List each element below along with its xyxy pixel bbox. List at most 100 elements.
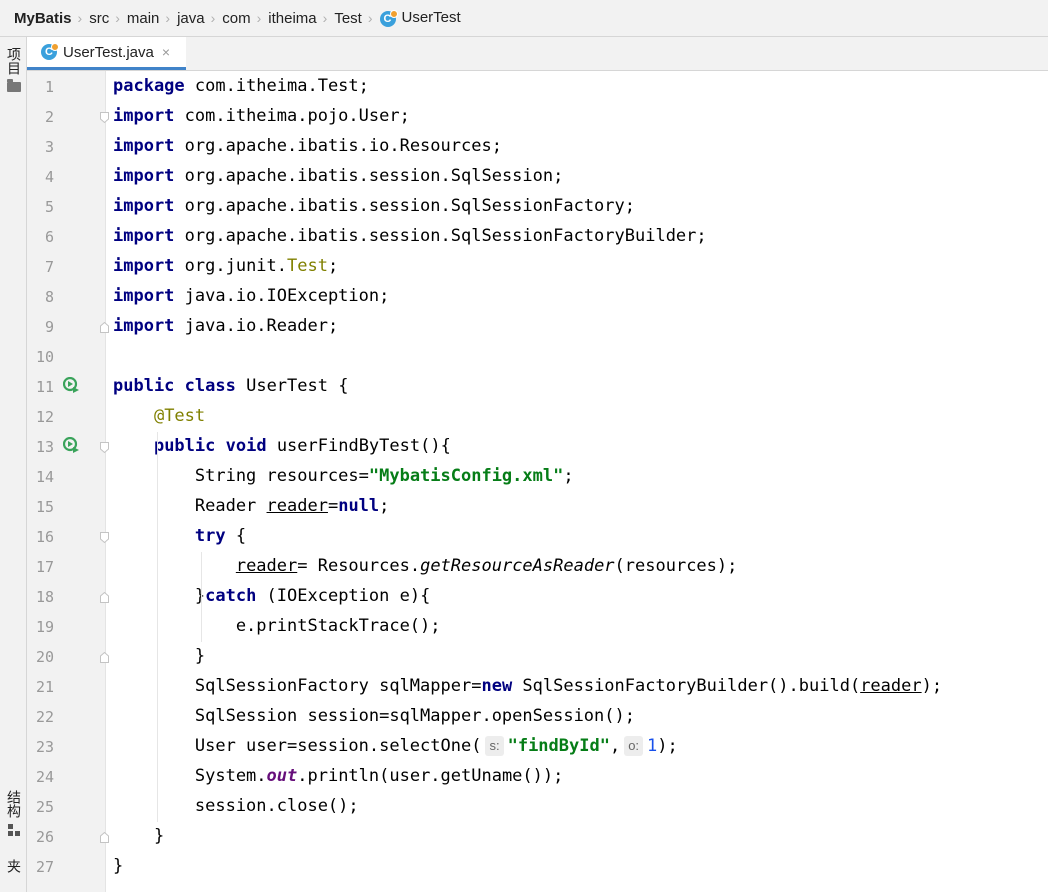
fold-start-icon[interactable]	[100, 442, 109, 453]
code-line[interactable]: String resources="MybatisConfig.xml";	[113, 461, 574, 491]
code-line[interactable]: import org.apache.ibatis.session.SqlSess…	[113, 191, 635, 221]
code-token: System.	[113, 766, 267, 786]
code-line[interactable]: public void userFindByTest(){	[113, 431, 451, 461]
line-number[interactable]: 20	[27, 642, 54, 672]
line-number[interactable]: 1	[27, 72, 54, 102]
breadcrumb-label: main	[126, 9, 160, 27]
line-number[interactable]: 27	[27, 852, 54, 882]
line-number[interactable]: 4	[27, 162, 54, 192]
code-line[interactable]: package com.itheima.Test;	[113, 71, 369, 101]
code-token: public	[153, 436, 216, 456]
code-line[interactable]: import java.io.IOException;	[113, 281, 389, 311]
code-line[interactable]: }catch (IOException e){	[113, 581, 430, 611]
code-line[interactable]: import org.junit.Test;	[113, 251, 338, 281]
line-number[interactable]: 19	[27, 612, 54, 642]
code-line[interactable]: User user=session.selectOne(s: "findById"…	[113, 731, 678, 761]
code-line[interactable]: import org.apache.ibatis.session.SqlSess…	[113, 161, 563, 191]
code-token: out	[266, 766, 298, 786]
code-token: org.apache.ibatis.session.SqlSessionFact…	[174, 196, 635, 216]
code-line[interactable]: import java.io.Reader;	[113, 311, 338, 341]
code-line[interactable]: import org.apache.ibatis.session.SqlSess…	[113, 221, 707, 251]
line-number[interactable]: 13	[27, 432, 54, 462]
breadcrumb-item[interactable]: main	[127, 10, 160, 27]
close-icon[interactable]: ×	[162, 44, 170, 60]
class-icon: C	[41, 43, 59, 60]
line-number[interactable]: 7	[27, 252, 54, 282]
code-line[interactable]: reader= Resources.getResourceAsReader(re…	[113, 551, 738, 581]
fold-end-icon[interactable]	[100, 652, 109, 663]
structure-icon[interactable]	[8, 824, 20, 836]
line-number[interactable]: 21	[27, 672, 54, 702]
code-line[interactable]: SqlSession session=sqlMapper.openSession…	[113, 701, 635, 731]
breadcrumb-label: java	[177, 9, 205, 27]
line-number[interactable]: 3	[27, 132, 54, 162]
breadcrumb-item[interactable]: MyBatis	[14, 10, 72, 27]
breadcrumb-item[interactable]: Test	[334, 10, 362, 27]
line-number[interactable]: 11	[27, 372, 54, 402]
parameter-hint: o:	[624, 736, 644, 756]
code-token: new	[481, 676, 513, 696]
code-token: ;	[327, 256, 339, 276]
line-number[interactable]: 12	[27, 402, 54, 432]
line-number[interactable]: 24	[27, 762, 54, 792]
line-number[interactable]: 9	[27, 312, 54, 342]
folder-icon[interactable]	[7, 79, 21, 92]
line-number[interactable]: 18	[27, 582, 54, 612]
breadcrumb-label: com	[222, 9, 251, 27]
line-number[interactable]: 22	[27, 702, 54, 732]
line-number[interactable]: 15	[27, 492, 54, 522]
code-token: );	[657, 736, 678, 756]
code-line[interactable]: e.printStackTrace();	[113, 611, 441, 641]
code-token: "findById"	[507, 736, 610, 756]
code-token: catch	[205, 586, 257, 606]
line-number[interactable]: 25	[27, 792, 54, 822]
line-number[interactable]: 10	[27, 342, 54, 372]
line-number[interactable]: 23	[27, 732, 54, 762]
code-line[interactable]: import org.apache.ibatis.io.Resources;	[113, 131, 502, 161]
line-number[interactable]: 17	[27, 552, 54, 582]
code-line[interactable]: import com.itheima.pojo.User;	[113, 101, 410, 131]
fold-end-icon[interactable]	[100, 832, 109, 843]
code-line[interactable]: @Test	[113, 401, 205, 431]
fold-start-icon[interactable]	[100, 112, 109, 123]
line-number[interactable]: 6	[27, 222, 54, 252]
code-token: com.itheima.pojo.User;	[174, 106, 410, 126]
line-number[interactable]: 26	[27, 822, 54, 852]
breadcrumb-item[interactable]: src	[89, 10, 109, 27]
line-number[interactable]: 16	[27, 522, 54, 552]
fold-end-icon[interactable]	[100, 322, 109, 333]
code-line[interactable]: System.out.println(user.getUname());	[113, 761, 563, 791]
code-line[interactable]: public class UserTest {	[113, 371, 348, 401]
line-number[interactable]: 14	[27, 462, 54, 492]
code-line[interactable]: }	[113, 641, 205, 671]
breadcrumb-item[interactable]: C UserTest	[379, 9, 461, 27]
run-test-icon[interactable]	[63, 437, 80, 454]
chevron-right-icon: ›	[322, 10, 328, 26]
breadcrumb-item[interactable]: com	[222, 10, 250, 27]
code-line[interactable]: }	[113, 821, 164, 851]
project-toolwindow-button[interactable]: 项目	[4, 47, 24, 75]
line-number[interactable]: 5	[27, 192, 54, 222]
code-token: com.itheima.Test;	[184, 76, 369, 96]
code-line[interactable]: try {	[113, 521, 246, 551]
line-number[interactable]: 8	[27, 282, 54, 312]
code-line[interactable]: session.close();	[113, 791, 359, 821]
code-token: }	[113, 856, 124, 876]
breadcrumb-item[interactable]: itheima	[268, 10, 316, 27]
breadcrumb-item[interactable]: java	[177, 10, 205, 27]
fold-start-icon[interactable]	[100, 532, 109, 543]
code-token: e.printStackTrace();	[113, 616, 441, 636]
line-number[interactable]: 2	[27, 102, 54, 132]
run-test-icon[interactable]	[63, 377, 80, 394]
code-token: import	[113, 226, 175, 246]
fold-end-icon[interactable]	[100, 592, 109, 603]
code-line[interactable]: Reader reader=null;	[113, 491, 390, 521]
code-line[interactable]: }	[113, 851, 123, 881]
code-line[interactable]: SqlSessionFactory sqlMapper=new SqlSessi…	[113, 671, 942, 701]
structure-toolwindow-button[interactable]: 结构	[4, 790, 24, 818]
tab-usertest-java[interactable]: C UserTest.java ×	[27, 37, 186, 70]
